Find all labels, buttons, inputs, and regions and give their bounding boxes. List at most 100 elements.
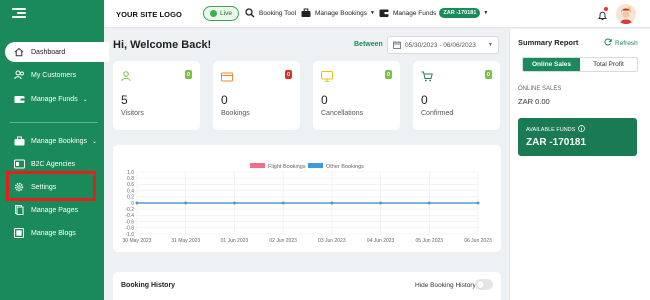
data-point [476,201,480,205]
chevron-down-icon: ▼ [488,42,493,48]
y-tick-label: -0.2 [125,207,134,213]
x-tick-label: 01 Jun 2023 [221,238,249,244]
sidebar-item-label: Manage Funds [31,95,78,103]
chevron-down-icon: ⌄ [82,96,88,103]
x-tick-label: 31 May 2023 [171,238,200,244]
sidebar-item-manage-blogs[interactable]: Manage Blogs [0,223,104,243]
online-sales-value: ZAR 0.00 [518,97,550,106]
booking-tool-link[interactable]: Booking Tool [245,8,296,18]
sidebar-item-label: Settings [31,183,57,191]
y-tick-label: 0.4 [127,188,134,194]
sidebar-item-manage-bookings[interactable]: Manage Bookings ⌄ [0,131,104,151]
card-icon [221,69,233,87]
search-icon [245,8,255,18]
refresh-button[interactable]: Refresh [604,38,638,48]
stat-card-visitors: 0 5 Visitors [113,61,200,130]
tab-total-profit[interactable]: Total Profit [580,58,637,71]
y-tick-label: -1.0 [125,232,134,238]
menu-toggle-icon[interactable] [12,8,26,18]
live-label: Live [220,10,232,17]
notification-dot-icon [604,7,608,11]
person-icon [121,69,131,87]
y-tick-label: 0.2 [127,195,134,201]
stat-badge: 0 [185,70,192,79]
stat-value: 5 [121,93,128,107]
available-funds-label-row: AVAILABLE FUNDS [526,125,586,134]
stat-badge: 0 [485,70,492,79]
home-icon [13,46,25,58]
sidebar-item-dashboard[interactable]: Dashboard [5,42,109,62]
chevron-down-icon: ▼ [370,10,375,16]
info-icon [578,125,586,134]
cart-icon [421,69,433,87]
hide-booking-history-toggle[interactable] [475,279,493,290]
tab-online-sales[interactable]: Online Sales [523,58,580,71]
legend-swatch [250,163,265,168]
online-sales-label: ONLINE SALES [518,86,562,92]
sidebar-item-my-customers[interactable]: My Customers [0,65,104,85]
x-tick-label: 05 Jun 2023 [416,238,444,244]
sidebar-item-label: Dashboard [31,48,66,56]
booking-tool-label: Booking Tool [259,9,297,17]
wallet-icon [13,93,25,105]
summary-report-panel: Summary Report Refresh Online Sales Tota… [509,29,650,300]
x-tick-label: 04 Jun 2023 [367,238,395,244]
summary-title: Summary Report [518,38,579,47]
x-tick-label: 03 Jun 2023 [318,238,346,244]
y-tick-label: 1.0 [127,170,134,176]
sidebar-item-label: Manage Bookings [31,137,88,145]
y-tick-label: -0.8 [125,226,134,232]
site-logo[interactable]: YOUR SITE LOGO [116,10,182,19]
y-tick-label: 0.6 [127,182,134,188]
manage-funds-menu[interactable]: Manage Funds ZAR -170181 ▼ [379,8,488,18]
sidebar-item-settings[interactable]: Settings [0,177,104,197]
stat-card-cancellations: 0 0 Cancellations [313,61,400,130]
data-point [330,201,334,205]
legend-swatch [308,163,323,168]
legend-label: Flight Bookings [268,164,306,170]
booking-history-title: Booking History [121,282,176,289]
monitor-icon [321,69,333,87]
stat-label: Visitors [121,110,144,117]
briefcase-icon [301,8,311,18]
notifications-bell-icon[interactable] [598,7,608,26]
refresh-icon [604,38,612,48]
stat-label: Bookings [221,110,250,117]
x-tick-label: 06 Jun 2023 [464,238,492,244]
between-label: Between [354,41,383,48]
funds-badge: ZAR -170181 [439,8,481,18]
legend-label: Other Bookings [326,164,364,170]
y-tick-label: 0 [131,201,134,207]
live-toggle[interactable]: Live [203,6,239,21]
manage-bookings-label: Manage Bookings [315,9,368,17]
bookings-chart-card: Flight Bookings Other Bookings 1.0 0.8 0.6 0.… [113,145,501,252]
sidebar-item-manage-pages[interactable]: Manage Pages [0,200,104,220]
page-title: Hi, Welcome Back! [113,39,212,51]
stat-card-confirmed: 0 0 Confirmed [413,61,500,130]
sidebar-item-manage-funds[interactable]: Manage Funds ⌄ [0,89,104,109]
y-tick-label: 0.8 [127,176,134,182]
user-avatar[interactable] [616,4,636,24]
stat-label: Confirmed [421,110,454,117]
data-point [233,201,236,205]
x-tick-label: 30 May 2023 [123,238,152,244]
refresh-label: Refresh [615,39,638,47]
calendar-icon [393,41,401,49]
available-funds-value: ZAR -170181 [526,137,587,148]
date-range-value: 05/30/2023 - 06/06/2023 [405,41,476,49]
summary-tabs: Online Sales Total Profit [522,57,638,72]
manage-bookings-menu[interactable]: Manage Bookings ▼ [301,8,375,18]
toggle-knob [477,281,484,288]
sidebar-divider [10,122,98,123]
blog-icon [13,227,25,239]
sidebar-item-label: My Customers [31,71,77,79]
gear-icon [13,181,25,193]
sidebar-item-b2c-agencies[interactable]: B2C Agencies [0,154,104,174]
stat-label: Cancellations [321,110,364,117]
y-tick-label: -0.4 [125,213,134,219]
date-range-picker[interactable]: 05/30/2023 - 06/06/2023 ▼ [387,36,499,54]
wallet-icon [379,8,389,18]
data-point [184,201,188,205]
sidebar-item-label: B2C Agencies [31,160,75,168]
users-icon [13,69,25,81]
